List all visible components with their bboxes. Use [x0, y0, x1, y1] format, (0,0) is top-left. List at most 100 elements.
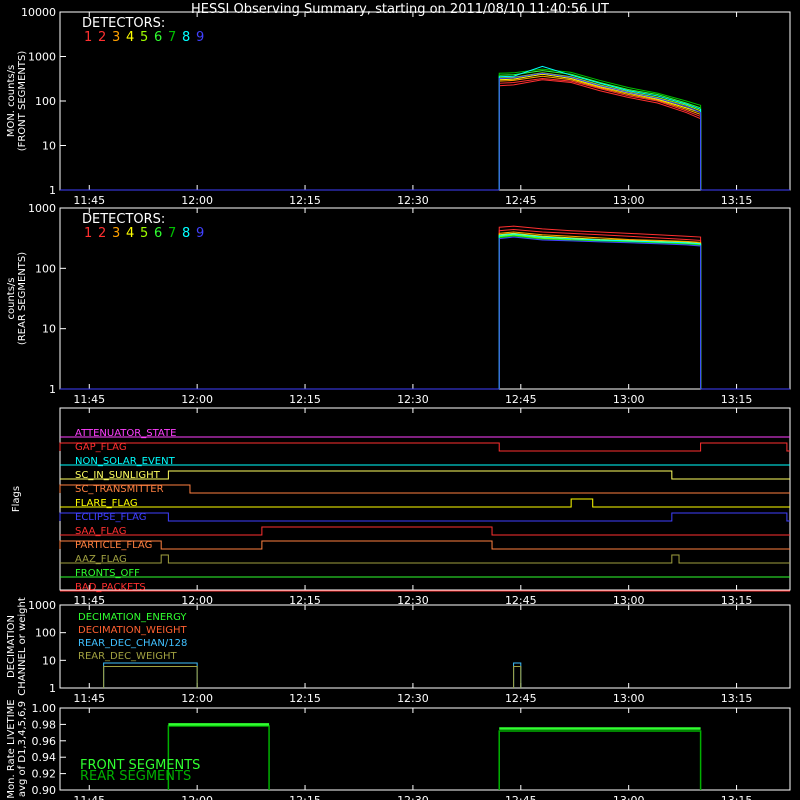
rear-legend-detector: 3 [112, 226, 120, 241]
livetime-ytick-label: 1.00 [32, 702, 57, 715]
front-ytick-label: 10 [42, 140, 56, 153]
chart-title: HESSI Observing Summary, starting on 201… [191, 2, 609, 17]
front-xtick-label: 12:30 [397, 194, 429, 207]
front-xtick-label: 12:15 [289, 194, 321, 207]
livetime-legend-entry: REAR SEGMENTS [80, 769, 191, 784]
rear-series-line [498, 232, 702, 389]
rear-legend-detector: 7 [168, 226, 176, 241]
flag-line [59, 512, 790, 522]
livetime-rear-line [498, 730, 702, 790]
front-xtick-label: 13:15 [721, 194, 753, 207]
front-legend-detector: 8 [182, 30, 190, 45]
livetime-xtick-label: 13:15 [721, 794, 753, 800]
rear-ytick-label: 100 [35, 262, 56, 275]
rear-legend-title: DETECTORS: [82, 212, 165, 227]
front-xtick-label: 12:45 [505, 194, 537, 207]
rear-series-line [498, 229, 702, 389]
decimation-xtick-label: 13:00 [613, 692, 645, 705]
decimation-legend-entry: REAR_DEC_WEIGHT [78, 651, 177, 662]
front-series-line [498, 75, 702, 190]
flag-label: GAP_FLAG [75, 442, 127, 453]
livetime-ytick-label: 0.96 [32, 735, 57, 748]
rear-legend-detector: 9 [196, 226, 204, 241]
front-xtick-label: 12:00 [181, 194, 213, 207]
rear-legend-detector: 2 [98, 226, 106, 241]
rear-ytick-label: 10 [42, 323, 56, 336]
decimation-segment [513, 665, 522, 688]
decimation-ytick-label: 1000 [28, 599, 56, 612]
flag-line [59, 540, 790, 550]
rear-xtick-label: 12:00 [181, 393, 213, 406]
decimation-xtick-label: 11:45 [73, 692, 105, 705]
rear-series-line [498, 234, 702, 389]
hessi-summary-chart: HESSI Observing Summary, starting on 201… [6, 2, 791, 800]
front-legend-detector: 2 [98, 30, 106, 45]
front-ytick-label: 10000 [21, 6, 56, 19]
rear-xtick-label: 12:30 [397, 393, 429, 406]
livetime-xtick-label: 12:00 [181, 794, 213, 800]
flag-line [59, 484, 790, 494]
front-legend-detector: 3 [112, 30, 120, 45]
front-ytick-label: 100 [35, 95, 56, 108]
decimation-legend-entry: DECIMATION_ENERGY [78, 612, 187, 623]
front-legend-detector: 9 [196, 30, 204, 45]
livetime-ytick-label: 0.94 [32, 751, 57, 764]
front-legend-detector: 1 [84, 30, 92, 45]
rear-legend-detector: 5 [140, 226, 148, 241]
decimation-xtick-label: 12:30 [397, 692, 429, 705]
rear-series-line [498, 233, 702, 389]
rear-xtick-label: 11:45 [73, 393, 105, 406]
rear-xtick-label: 13:15 [721, 393, 753, 406]
livetime-ytick-label: 0.90 [32, 784, 57, 797]
front-legend-title: DETECTORS: [82, 16, 165, 31]
flag-label: ECLIPSE_FLAG [75, 512, 146, 523]
livetime-ytick-label: 0.92 [32, 768, 57, 781]
decimation-xtick-label: 12:15 [289, 692, 321, 705]
front-ytick-label: 1 [49, 184, 56, 197]
flag-label: PARTICLE_FLAG [75, 540, 152, 551]
livetime-ylabel: Mon. Rate LIVETIME [6, 699, 17, 798]
rear-xtick-label: 12:15 [289, 393, 321, 406]
rear-ytick-label: 1000 [28, 202, 56, 215]
front-legend-detector: 7 [168, 30, 176, 45]
front-series-line [498, 78, 702, 190]
front-ylabel: MON. counts/s [6, 65, 17, 137]
rear-legend-detector: 4 [126, 226, 134, 241]
rear-series-line [498, 231, 702, 389]
livetime-ytick-label: 0.98 [32, 718, 57, 731]
front-xtick-label: 11:45 [73, 194, 105, 207]
decimation-ylabel: CHANNEL or weight [17, 597, 28, 696]
front-ytick-label: 1000 [28, 51, 56, 64]
front-legend-detector: 5 [140, 30, 148, 45]
front-ylabel: (FRONT SEGMENTS) [17, 51, 28, 152]
rear-legend-detector: 8 [182, 226, 190, 241]
livetime-xtick-label: 11:45 [73, 794, 105, 800]
decimation-xtick-label: 12:45 [505, 692, 537, 705]
decimation-legend-entry: REAR_DEC_CHAN/128 [78, 638, 187, 649]
decimation-xtick-label: 12:00 [181, 692, 213, 705]
decimation-ylabel: DECIMATION [6, 615, 17, 678]
rear-ylabel: counts/s [6, 277, 17, 319]
rear-xtick-label: 13:00 [613, 393, 645, 406]
decimation-xtick-label: 13:15 [721, 692, 753, 705]
flag-line [60, 498, 790, 508]
rear-legend-detector: 1 [84, 226, 92, 241]
livetime-xtick-label: 12:30 [397, 794, 429, 800]
rear-xtick-label: 12:45 [505, 393, 537, 406]
flag-line [59, 442, 790, 452]
decimation-ytick-label: 1 [49, 682, 56, 695]
livetime-xtick-label: 12:45 [505, 794, 537, 800]
rear-series-line [498, 235, 702, 389]
front-legend-detector: 4 [126, 30, 134, 45]
livetime-xtick-label: 12:15 [289, 794, 321, 800]
decimation-legend-entry: DECIMATION_WEIGHT [78, 625, 187, 636]
rear-series-line [498, 235, 702, 389]
rear-series-line [498, 225, 702, 389]
flag-label: SC_TRANSMITTER [75, 484, 164, 495]
rear-ytick-label: 1 [49, 383, 56, 396]
decimation-ytick-label: 100 [35, 627, 56, 640]
rear-series-line [498, 236, 702, 389]
front-legend-detector: 6 [154, 30, 162, 45]
livetime-xtick-label: 13:00 [613, 794, 645, 800]
flag-line [60, 470, 790, 480]
